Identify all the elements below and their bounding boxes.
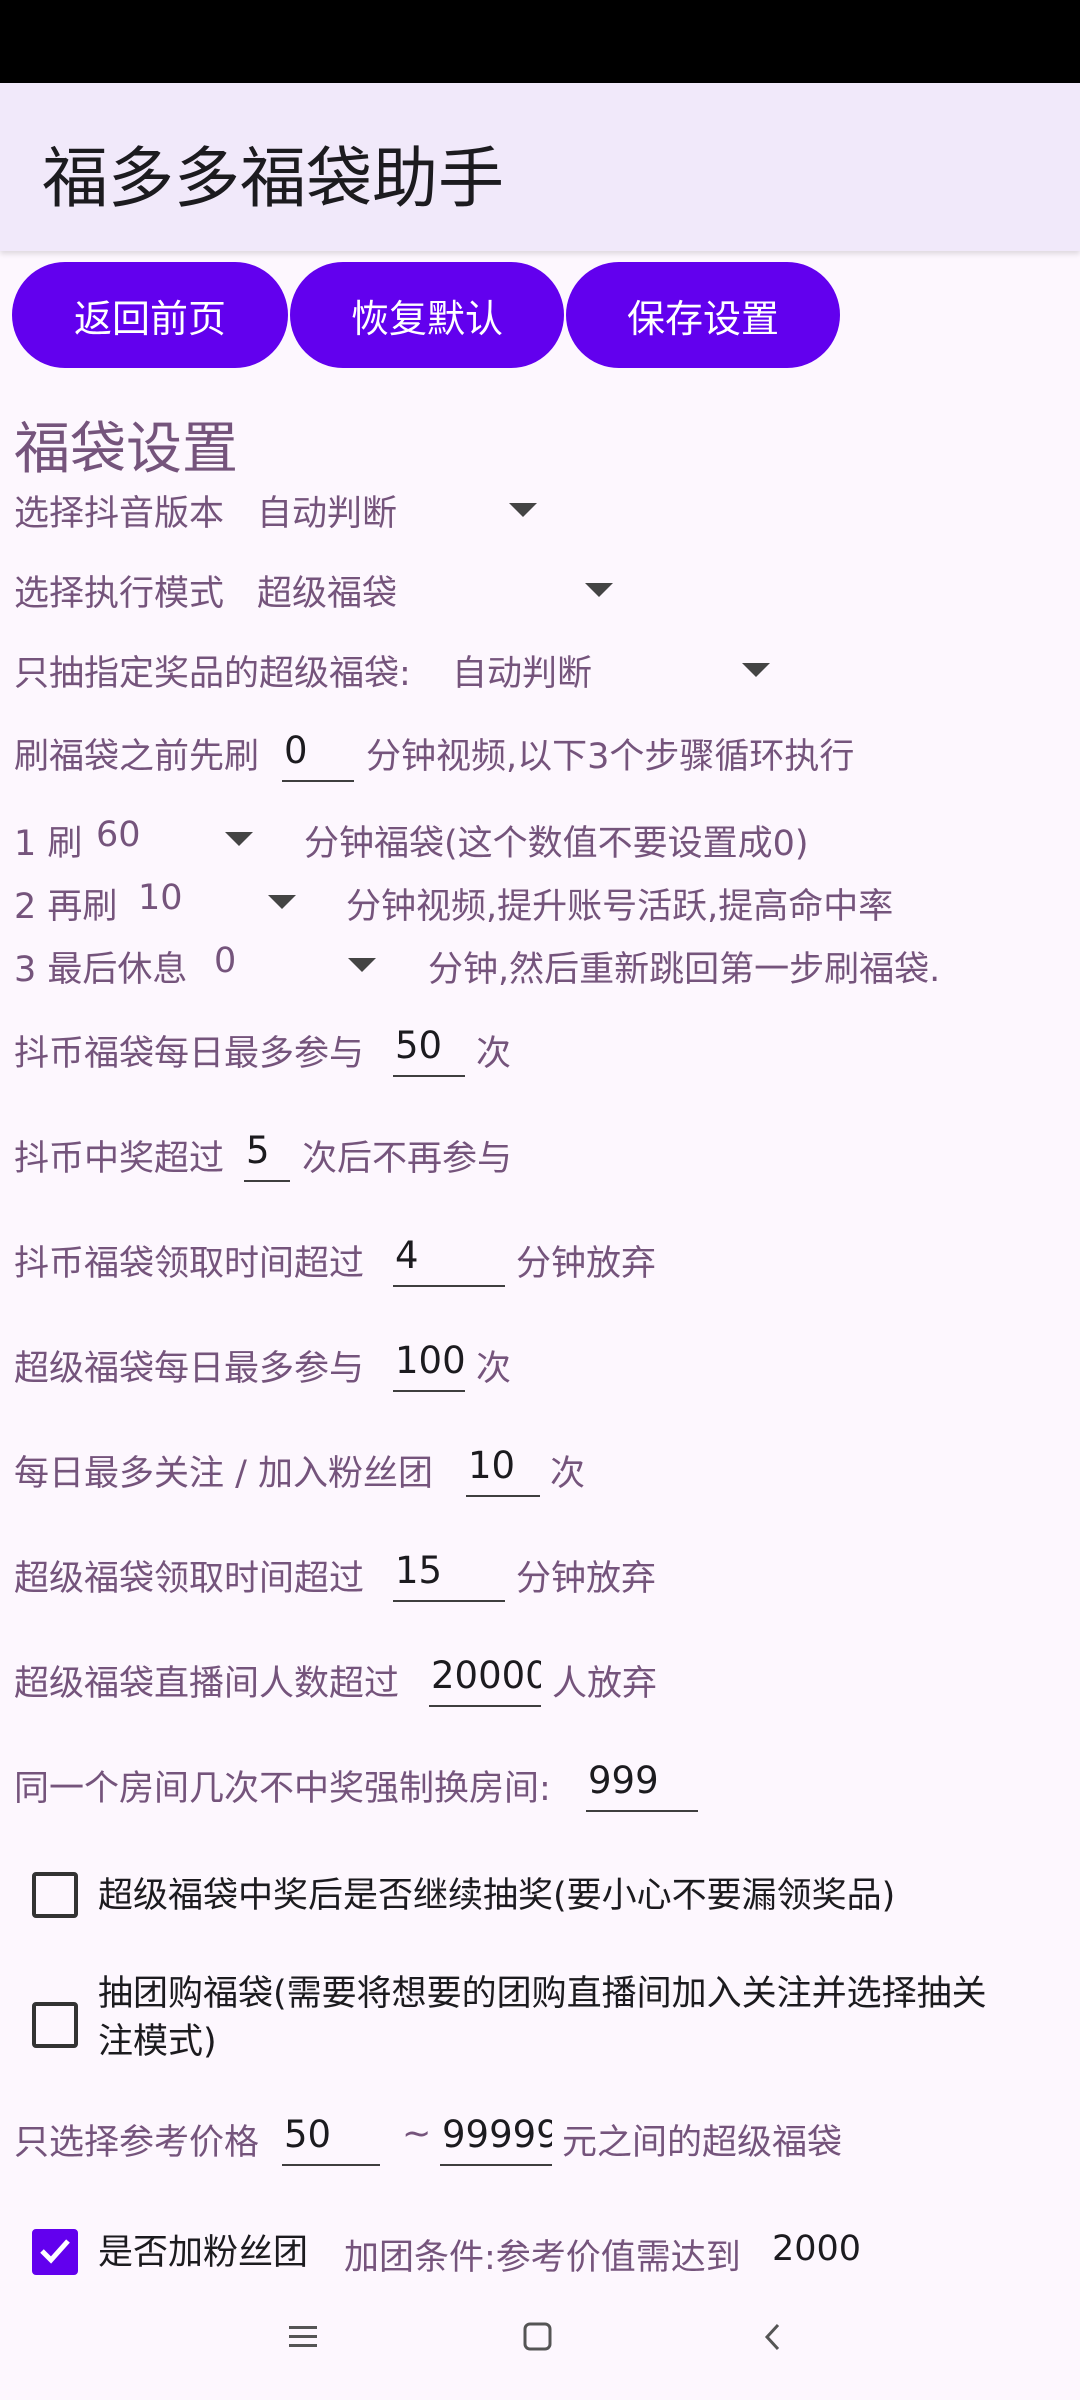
follow-daily-label: 每日最多关注 / 加入粉丝团 [14,1454,434,1494]
coin-time-input[interactable]: 4 [393,1231,505,1287]
navigation-bar [0,2290,1080,2400]
home-square-icon[interactable] [522,2322,554,2352]
price-range-suffix: 元之间的超级福袋 [562,2123,843,2163]
coin-win-suffix: 次后不再参与 [302,1139,513,1179]
prewatch-label: 刷福袋之前先刷 [14,737,260,777]
coin-time-label: 抖币福袋领取时间超过 [14,1244,365,1284]
follow-daily-suffix: 次 [550,1454,586,1494]
menu-icon[interactable] [287,2322,319,2352]
room-switch-input[interactable]: 999 [586,1756,698,1812]
super-time-input[interactable]: 15 [393,1546,505,1602]
fan-club-condition-label: 加团条件:参考价值需达到 [344,2238,741,2278]
status-bar [0,0,1080,83]
mode-value: 超级福袋 [257,574,398,614]
group-buy-label-line1: 抽团购福袋(需要将想要的团购直播间加入关注并选择抽关 [98,1974,987,2014]
dropdown-arrow-icon [742,663,770,677]
section-title: 福袋设置 [14,417,238,482]
dropdown-arrow-icon [585,583,613,597]
back-button[interactable]: 返回前页 [12,262,288,368]
step2-value: 10 [138,878,183,918]
fan-club-label: 是否加粉丝团 [98,2233,309,2273]
prewatch-suffix: 分钟视频,以下3个步骤循环执行 [366,737,855,777]
step3-spinner[interactable]: 0 [210,934,390,994]
continue-after-win-checkbox-row[interactable]: 超级福袋中奖后是否继续抽奖(要小心不要漏领奖品) [28,1866,1068,1926]
follow-daily-input[interactable]: 10 [466,1441,540,1497]
dropdown-arrow-icon [268,895,296,909]
mode-spinner[interactable]: 超级福袋 [255,558,620,622]
super-viewers-input[interactable]: 20000 [429,1651,541,1707]
save-settings-button[interactable]: 保存设置 [566,262,840,368]
step1-suffix: 分钟福袋(这个数值不要设置成0) [304,824,809,864]
super-daily-suffix: 次 [476,1349,512,1389]
dropdown-arrow-icon [225,832,253,846]
back-chevron-icon[interactable] [760,2322,788,2352]
coin-win-label: 抖币中奖超过 [14,1139,225,1179]
dropdown-arrow-icon [348,958,376,972]
group-buy-checkbox[interactable] [32,2002,78,2048]
prize-value: 自动判断 [452,654,593,694]
step2-label: 2 再刷 [14,887,118,927]
continue-after-win-checkbox[interactable] [32,1872,78,1918]
version-spinner[interactable]: 自动判断 [255,478,545,542]
prize-spinner[interactable]: 自动判断 [450,638,780,702]
coin-time-suffix: 分钟放弃 [516,1244,657,1284]
step3-value: 0 [214,941,237,981]
super-time-label: 超级福袋领取时间超过 [14,1559,365,1599]
reset-default-button[interactable]: 恢复默认 [290,262,564,368]
super-time-suffix: 分钟放弃 [516,1559,657,1599]
app-bar: 福多多福袋助手 [0,83,1080,251]
fan-club-condition-value: 2000 [772,2229,862,2269]
coin-daily-suffix: 次 [476,1034,512,1074]
step2-spinner[interactable]: 10 [134,871,314,931]
super-daily-input[interactable]: 100 [393,1336,465,1392]
coin-win-input[interactable]: 5 [244,1126,290,1182]
price-range-label: 只选择参考价格 [14,2123,260,2163]
step2-suffix: 分钟视频,提升账号活跃,提高命中率 [346,887,894,927]
coin-daily-label: 抖币福袋每日最多参与 [14,1034,365,1074]
step1-label: 1 刷 [14,824,83,864]
group-buy-label-line2: 注模式) [98,2022,217,2062]
checkmark-icon [40,2239,70,2264]
step1-spinner[interactable]: 60 [92,808,272,868]
step1-value: 60 [96,815,141,855]
price-min-input[interactable]: 50 [282,2110,380,2166]
step3-suffix: 分钟,然后重新跳回第一步刷福袋. [428,950,941,990]
fan-club-checkbox[interactable] [32,2229,78,2275]
version-label: 选择抖音版本 [14,494,225,534]
price-range-separator: ~ [402,2114,432,2154]
mode-label: 选择执行模式 [14,574,225,614]
prize-label: 只抽指定奖品的超级福袋: [14,654,411,694]
price-max-input[interactable]: 99999 [440,2110,552,2166]
app-title: 福多多福袋助手 [42,140,504,217]
step3-label: 3 最后休息 [14,950,188,990]
coin-daily-input[interactable]: 50 [393,1021,465,1077]
version-value: 自动判断 [257,494,398,534]
continue-after-win-label: 超级福袋中奖后是否继续抽奖(要小心不要漏领奖品) [98,1876,896,1916]
group-buy-checkbox-row[interactable]: 抽团购福袋(需要将想要的团购直播间加入关注并选择抽关 注模式) [28,1972,1068,2082]
super-viewers-suffix: 人放弃 [552,1664,658,1704]
super-viewers-label: 超级福袋直播间人数超过 [14,1664,400,1704]
room-switch-label: 同一个房间几次不中奖强制换房间: [14,1769,551,1809]
prewatch-input[interactable]: 0 [282,726,354,782]
dropdown-arrow-icon [509,503,537,517]
super-daily-label: 超级福袋每日最多参与 [14,1349,365,1389]
